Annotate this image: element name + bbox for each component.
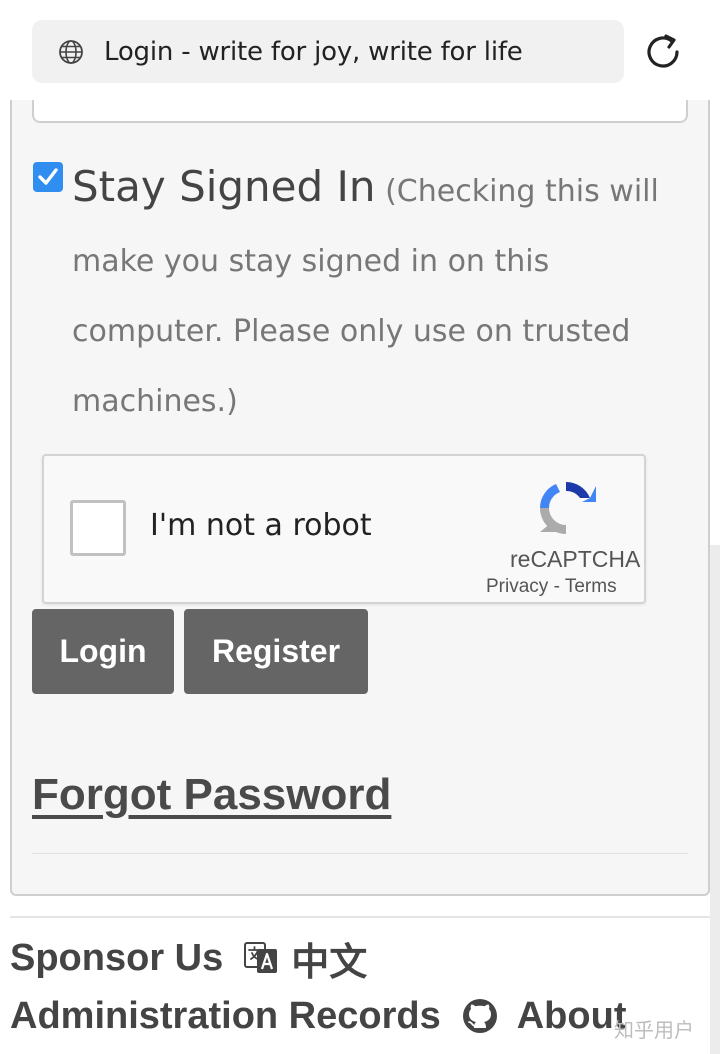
recaptcha-terms-link[interactable]: Terms (565, 576, 617, 597)
github-icon[interactable] (461, 997, 499, 1035)
about-link[interactable]: About (517, 995, 627, 1038)
footer-row: Administration Records About (10, 988, 626, 1044)
register-button[interactable]: Register (184, 609, 368, 694)
sponsor-link[interactable]: Sponsor Us (10, 937, 223, 980)
scrollbar[interactable] (710, 545, 720, 1054)
footer-row: Sponsor Us 中文 (10, 930, 367, 986)
forgot-password-link[interactable]: Forgot Password (32, 770, 391, 820)
recaptcha-privacy-link[interactable]: Privacy (486, 576, 548, 597)
address-bar[interactable]: Login - write for joy, write for life (32, 20, 624, 83)
stay-signed-in-title: Stay Signed In (72, 162, 376, 211)
footer-divider (10, 916, 710, 918)
administration-records-link[interactable]: Administration Records (10, 995, 441, 1038)
recaptcha-label: I'm not a robot (150, 508, 372, 543)
page-title: Login - write for joy, write for life (104, 37, 523, 67)
translate-icon[interactable] (243, 940, 279, 976)
stay-signed-in-checkbox[interactable] (33, 162, 63, 192)
recaptcha-links: Privacy - Terms (486, 576, 617, 598)
stay-signed-in-label: Stay Signed In (Checking this will make … (72, 152, 682, 437)
reload-icon[interactable] (644, 32, 684, 72)
recaptcha-logo-icon (534, 476, 598, 540)
login-button[interactable]: Login (32, 609, 174, 694)
recaptcha-checkbox[interactable] (70, 500, 126, 556)
language-link[interactable]: 中文 (291, 931, 367, 986)
card-divider (32, 853, 688, 854)
recaptcha-brand: reCAPTCHA (510, 546, 641, 572)
watermark: 知乎用户 (614, 1018, 694, 1042)
recaptcha-link-separator: - (548, 576, 565, 597)
recaptcha-widget: I'm not a robot reCAPTCHA Privacy - Term… (42, 454, 646, 604)
globe-icon (58, 39, 84, 65)
browser-top-bar: Login - write for joy, write for life (0, 0, 720, 100)
